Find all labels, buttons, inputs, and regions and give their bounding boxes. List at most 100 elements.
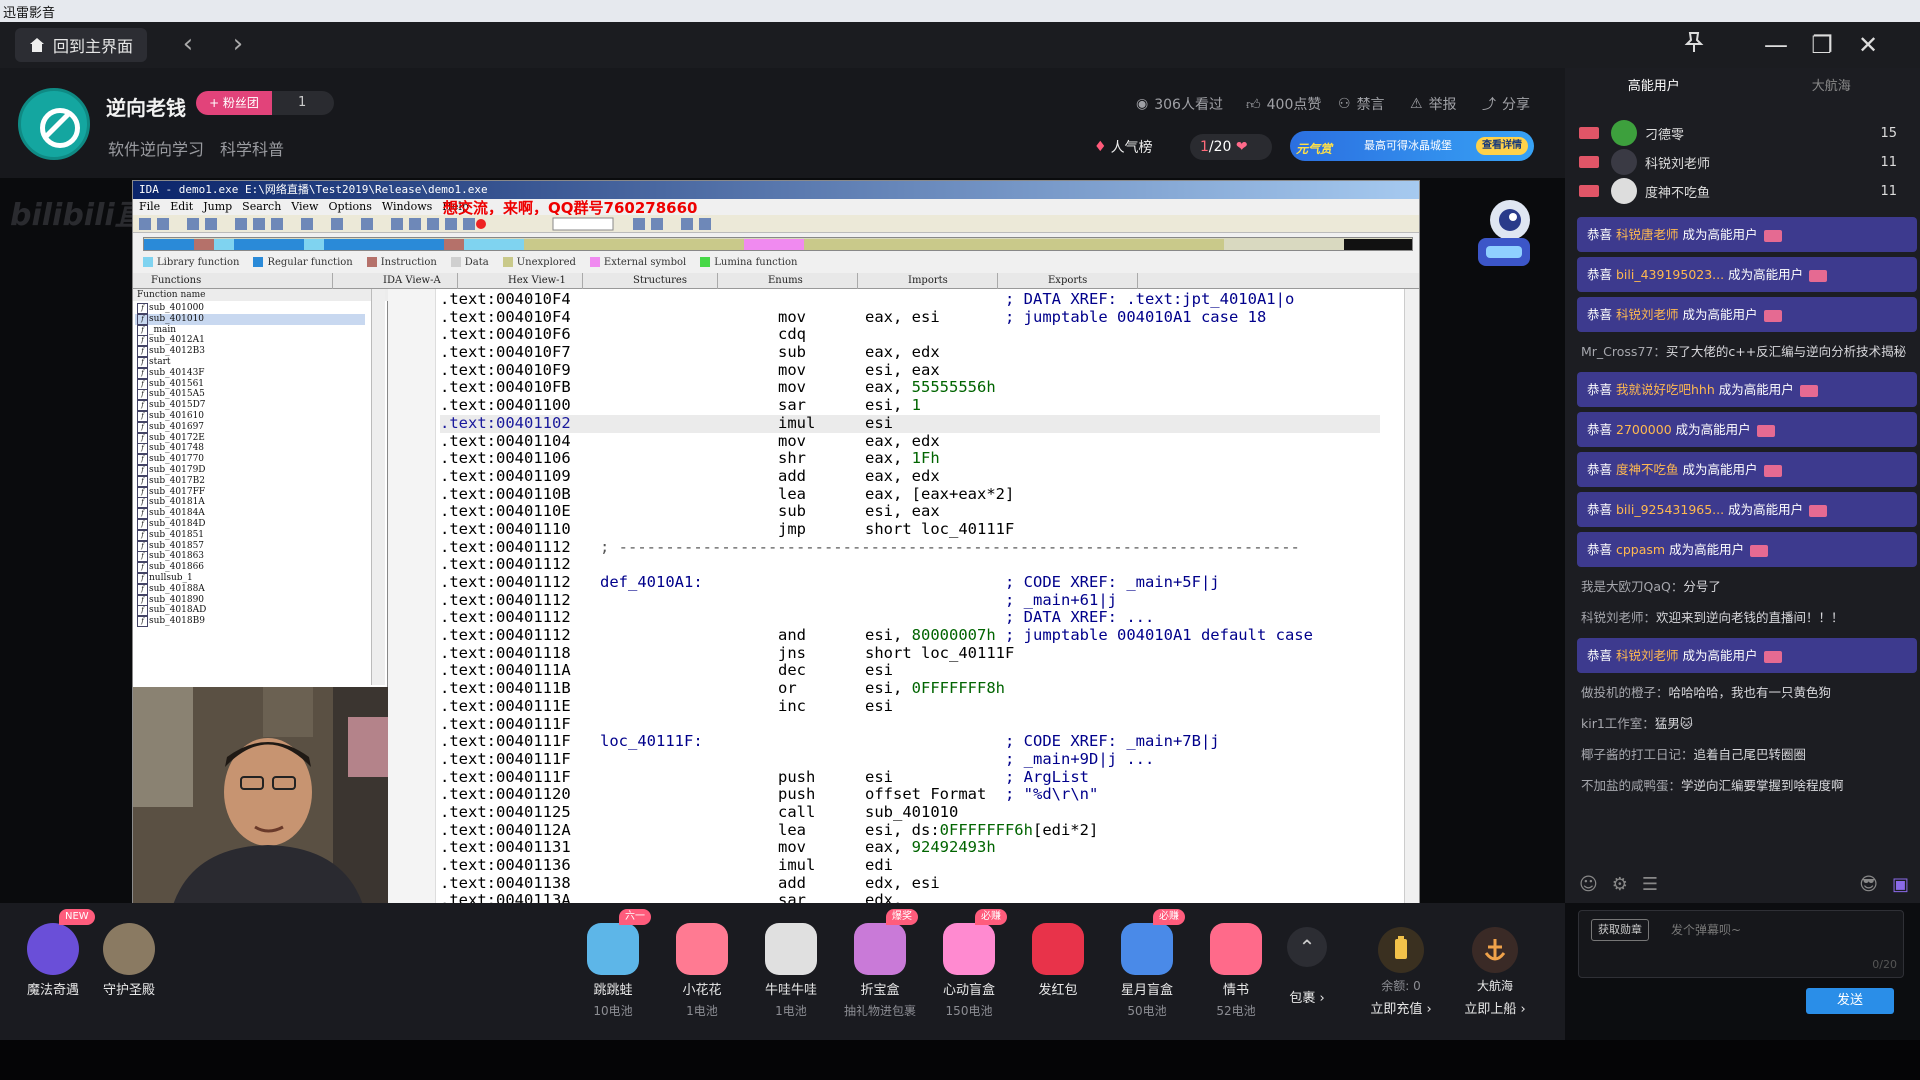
disasm-line[interactable]: .text:00401102 imul esi bbox=[440, 414, 1380, 433]
ida-menu-item[interactable]: Search bbox=[242, 199, 281, 215]
disasm-line[interactable]: .text:0040111A dec esi bbox=[440, 662, 1380, 680]
disassembly-view[interactable]: .text:004010F4 ; DATA XREF: .text:jpt_401… bbox=[388, 289, 1419, 903]
disasm-line[interactable]: .text:0040111F loc_40111F: ; CODE XREF: _m… bbox=[440, 732, 1380, 751]
sticker-icon[interactable]: 😎 bbox=[1859, 874, 1878, 902]
disasm-line[interactable]: .text:00401104 mov eax, edx bbox=[440, 432, 1380, 451]
gift-guardian-temple[interactable]: 守护圣殿 bbox=[90, 923, 168, 998]
disasm-line[interactable]: .text:00401106 shr eax, 1Fh bbox=[440, 449, 1380, 468]
disasm-line[interactable]: .text:00401120 push offset Format ; "%d\r\n… bbox=[440, 785, 1380, 804]
tag-category[interactable]: 软件逆向学习 bbox=[108, 136, 204, 160]
chat-username[interactable]: 度神不吃鱼 bbox=[1616, 462, 1679, 477]
home-button[interactable]: 回到主界面 bbox=[15, 28, 147, 62]
disasm-line[interactable]: .text:00401125 call sub_401010 bbox=[440, 803, 1380, 822]
high-energy-user[interactable]: 度神不吃鱼 11 bbox=[1579, 174, 1899, 208]
gift-item[interactable]: 小花花 1电池 bbox=[663, 923, 741, 1019]
get-medal-button[interactable]: 获取勋章 bbox=[1591, 919, 1649, 941]
send-button[interactable]: 发送 bbox=[1806, 988, 1894, 1014]
disasm-line[interactable]: .text:0040111E inc esi bbox=[440, 697, 1380, 716]
pin-icon[interactable] bbox=[1678, 30, 1710, 62]
chat-username[interactable]: 做投机的橙子： bbox=[1581, 685, 1669, 700]
functions-scrollbar[interactable] bbox=[371, 289, 385, 685]
function-list-item[interactable]: sub_401561 bbox=[135, 378, 365, 390]
disasm-line[interactable]: .text:0040111F ; _main+9D|j ... bbox=[440, 750, 1380, 769]
function-list-item[interactable]: sub_401770 bbox=[135, 454, 365, 465]
disasm-line[interactable]: .text:00401100 sar esi, 1 bbox=[440, 396, 1380, 415]
disasm-line[interactable]: .text:004010F9 mov esi, eax bbox=[440, 361, 1380, 380]
ida-menu-item[interactable]: Windows bbox=[382, 199, 432, 215]
function-list-item[interactable]: sub_4012B3 bbox=[135, 346, 365, 357]
chat-username[interactable]: 科锐刘老师 bbox=[1616, 648, 1679, 663]
function-list-item[interactable]: sub_401697 bbox=[135, 421, 365, 433]
chat-username[interactable]: bili_439195023... bbox=[1616, 267, 1724, 282]
restore-icon[interactable]: ❐ bbox=[1806, 30, 1838, 62]
disasm-line[interactable]: .text:004010F4 mov eax, esi ; jumptable 004… bbox=[440, 308, 1380, 327]
chat-bubble-icon[interactable]: ▣ bbox=[1892, 874, 1909, 902]
function-list-item[interactable]: sub_401857 bbox=[135, 540, 365, 552]
tag-science[interactable]: 科学科普 bbox=[220, 136, 284, 160]
function-list-item[interactable]: sub_40184D bbox=[135, 518, 365, 530]
gift-item[interactable]: 心动盲盒 150电池 必赚 bbox=[930, 909, 1008, 1019]
fan-club-button[interactable]: + 粉丝团 bbox=[196, 91, 272, 115]
tab-hex-view-1[interactable]: Hex View-1 bbox=[458, 273, 583, 289]
gift-pack-button[interactable]: ⌃ 包裹 › bbox=[1268, 927, 1346, 1006]
back-arrow-icon[interactable]: ‹ bbox=[176, 31, 200, 58]
report-button[interactable]: ⚠ 举报 bbox=[1410, 94, 1457, 114]
function-list-item[interactable]: sub_401866 bbox=[135, 562, 365, 573]
disasm-line[interactable]: .text:0040111F bbox=[440, 715, 1380, 734]
disasm-line[interactable]: .text:0040110E sub esi, eax bbox=[440, 502, 1380, 521]
function-list-item[interactable]: sub_40184A bbox=[135, 508, 365, 519]
fleet-button[interactable]: 大航海 立即上船 › bbox=[1456, 927, 1534, 1017]
function-list-item[interactable]: sub_4012A1 bbox=[135, 335, 365, 347]
disasm-line[interactable]: .text:00401109 add eax, edx bbox=[440, 467, 1380, 486]
streamer-name[interactable]: 逆向老钱 bbox=[106, 92, 186, 121]
function-list-item[interactable]: start bbox=[135, 356, 365, 368]
function-list-item[interactable]: sub_401000 bbox=[135, 303, 365, 314]
chat-username[interactable]: 科锐刘老师 bbox=[1616, 307, 1679, 322]
chat-username[interactable]: 不加盐的咸鸭蛋： bbox=[1581, 778, 1681, 793]
disasm-line[interactable]: .text:00401112 bbox=[440, 555, 1380, 574]
disasm-line[interactable]: .text:0040111F push esi ; ArgList bbox=[440, 768, 1380, 787]
disasm-line[interactable]: .text:004010F7 sub eax, edx bbox=[440, 343, 1380, 362]
chat-input-placeholder[interactable]: 发个弹幕呗~ bbox=[1671, 921, 1741, 938]
rank-indicator[interactable]: 1/20 ❤ bbox=[1190, 134, 1272, 160]
chat-username[interactable]: cppasm bbox=[1616, 542, 1665, 557]
gift-item[interactable]: 情书 52电池 bbox=[1197, 923, 1275, 1019]
disasm-line[interactable]: .text:004010F6 cdq bbox=[440, 326, 1380, 344]
chat-input-box[interactable]: 获取勋章 发个弹幕呗~ 0/20 bbox=[1578, 910, 1904, 978]
disasm-line[interactable]: .text:00401136 imul edi bbox=[440, 856, 1380, 875]
tab-exports[interactable]: Exports bbox=[998, 273, 1138, 289]
gift-item[interactable]: 星月盲盒 50电池 必赚 bbox=[1108, 909, 1186, 1019]
disasm-line[interactable]: .text:00401112 ; ------------------------… bbox=[440, 538, 1380, 557]
ida-menu-item[interactable]: View bbox=[291, 199, 318, 215]
tab-functions[interactable]: Functions bbox=[133, 273, 333, 289]
disasm-line[interactable]: .text:0040112A lea esi, ds:0FFFFFFF6h[edi*… bbox=[440, 821, 1380, 840]
chat-username[interactable]: Mr_Cross77： bbox=[1581, 344, 1666, 359]
chat-username[interactable]: 椰子酱的打工日记： bbox=[1581, 747, 1694, 762]
function-list-item[interactable]: sub_401010 bbox=[135, 313, 365, 325]
ida-menu-item[interactable]: File bbox=[139, 199, 160, 215]
function-list-item[interactable]: sub_401890 bbox=[135, 594, 365, 606]
function-list-item[interactable]: sub_4017FF bbox=[135, 486, 365, 498]
chat-username[interactable]: 科锐唐老师 bbox=[1616, 227, 1679, 242]
disasm-line[interactable]: .text:004010FB mov eax, 55555556h bbox=[440, 379, 1380, 397]
function-list-item[interactable]: sub_40172E bbox=[135, 432, 365, 444]
function-list-item[interactable]: sub_40143F bbox=[135, 367, 365, 379]
gift-item[interactable]: 发红包 bbox=[1019, 923, 1097, 1002]
ida-menu-item[interactable]: Edit bbox=[170, 199, 193, 215]
chat-username[interactable]: 科锐刘老师： bbox=[1581, 610, 1656, 625]
function-list-item[interactable]: sub_40179D bbox=[135, 464, 365, 476]
settings-icon[interactable]: ⚙ bbox=[1612, 874, 1628, 902]
function-list-item[interactable]: sub_4017B2 bbox=[135, 475, 365, 487]
chat-username[interactable]: bili_925431965... bbox=[1616, 502, 1724, 517]
emoji-icon[interactable]: ☺ bbox=[1579, 874, 1598, 902]
tab-enums[interactable]: Enums bbox=[718, 273, 858, 289]
tab-high-energy-users[interactable]: 高能用户 bbox=[1565, 68, 1743, 106]
disassembly-code[interactable]: .text:004010F4 ; DATA XREF: .text:jpt_401… bbox=[440, 290, 1380, 903]
function-list-item[interactable]: sub_4018B9 bbox=[135, 616, 365, 627]
function-list-item[interactable]: nullsub_1 bbox=[135, 572, 365, 584]
navigation-band[interactable] bbox=[143, 237, 1413, 251]
disasm-line[interactable]: .text:004010F4 ; DATA XREF: .text:jpt_401… bbox=[440, 290, 1380, 309]
gift-magic-encounter[interactable]: 魔法奇遇 NEW bbox=[14, 909, 95, 998]
disassembly-scrollbar[interactable] bbox=[1404, 289, 1419, 903]
function-list-item[interactable]: _main bbox=[135, 324, 365, 336]
